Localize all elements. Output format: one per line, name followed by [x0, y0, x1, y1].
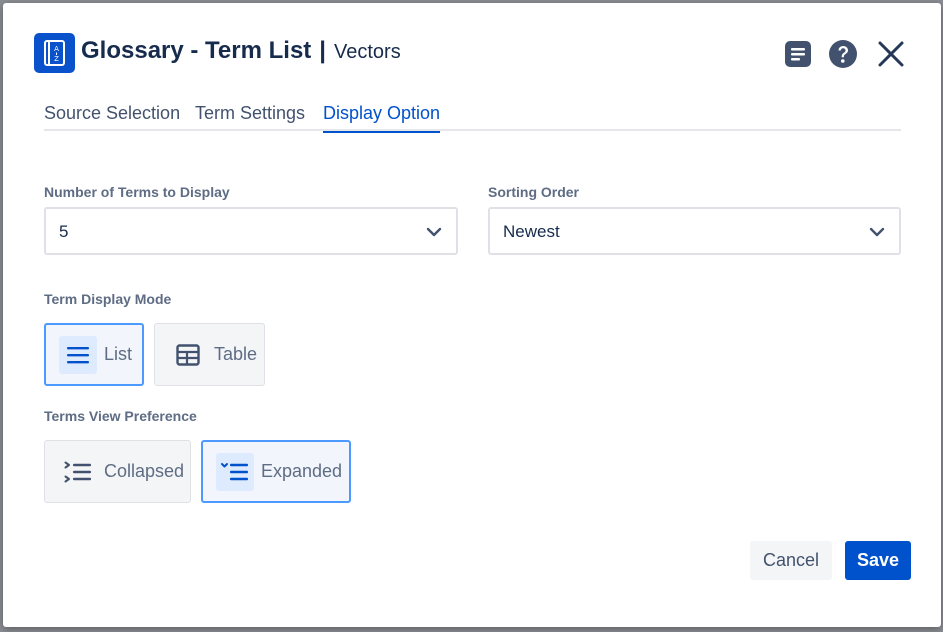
list-option-label: List [104, 344, 133, 364]
tab-term-settings[interactable]: Term Settings [195, 103, 305, 131]
chevron-down-icon [426, 224, 442, 245]
chevron-down-icon [869, 224, 885, 245]
num-terms-select[interactable]: 5 [44, 207, 458, 255]
expanded-option-label: Expanded [261, 461, 343, 481]
close-icon[interactable] [876, 39, 906, 69]
table-icon [169, 336, 207, 374]
table-option-label: Table [214, 344, 258, 364]
sorting-order-select[interactable]: Newest [488, 207, 901, 255]
display-mode-list-option[interactable]: List [44, 323, 144, 386]
title-separator: | [319, 37, 327, 64]
save-button[interactable]: Save [845, 541, 911, 580]
cancel-button[interactable]: Cancel [750, 541, 832, 580]
expanded-list-icon [216, 452, 254, 491]
view-collapsed-option[interactable]: Collapsed [44, 440, 191, 503]
svg-text:Z: Z [54, 55, 59, 63]
glossary-dialog: A Z Glossary - Term List | Vectors Sourc… [3, 3, 941, 627]
title-subtitle: Vectors [334, 41, 401, 63]
collapsed-option-label: Collapsed [104, 461, 185, 481]
tab-source-selection[interactable]: Source Selection [44, 103, 180, 131]
sorting-order-label: Sorting Order [488, 184, 580, 200]
notes-icon[interactable] [783, 39, 813, 69]
tab-display-option[interactable]: Display Option [323, 103, 441, 133]
collapsed-list-icon [59, 453, 97, 491]
svg-text:A: A [54, 45, 59, 53]
dialog-title: Glossary - Term List | Vectors [81, 37, 401, 69]
tab-bar: Source Selection Term Settings Display O… [44, 101, 901, 133]
num-terms-label: Number of Terms to Display [44, 184, 230, 200]
glossary-book-icon: A Z [34, 33, 75, 73]
view-expanded-option[interactable]: Expanded [201, 440, 351, 503]
view-preference-label: Terms View Preference [44, 408, 197, 424]
num-terms-value: 5 [59, 222, 69, 241]
title-text: Glossary - Term List [81, 37, 312, 64]
display-mode-label: Term Display Mode [44, 291, 172, 307]
help-icon[interactable] [828, 39, 858, 69]
display-mode-table-option[interactable]: Table [154, 323, 265, 386]
sorting-order-value: Newest [503, 222, 560, 241]
list-icon [59, 335, 97, 374]
